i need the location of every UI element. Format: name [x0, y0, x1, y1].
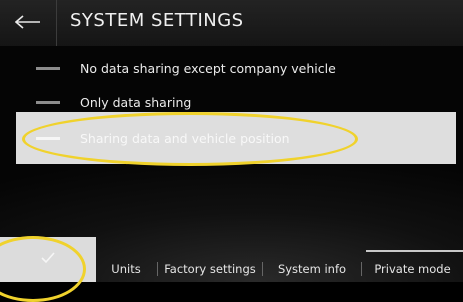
option-label: No data sharing except company vehicle	[80, 60, 336, 76]
confirm-button[interactable]	[0, 237, 96, 282]
option-sharing-data-and-position[interactable]: Sharing data and vehicle position	[16, 112, 456, 164]
option-label: Sharing data and vehicle position	[80, 130, 290, 146]
back-button[interactable]	[8, 8, 48, 38]
header-bar: SYSTEM SETTINGS	[0, 0, 463, 46]
radio-indicator	[36, 66, 60, 70]
radio-indicator	[36, 136, 60, 140]
checkmark-icon	[40, 250, 56, 269]
tab-system-info[interactable]: System info	[264, 254, 360, 282]
tab-private-mode[interactable]: Private mode	[362, 250, 463, 282]
option-label: Only data sharing	[80, 94, 192, 110]
tab-separator	[262, 262, 263, 276]
header-divider	[56, 0, 57, 46]
tab-factory-settings[interactable]: Factory settings	[158, 254, 262, 282]
left-arrow-icon	[14, 14, 41, 33]
page-title: SYSTEM SETTINGS	[70, 10, 244, 31]
radio-indicator	[36, 100, 60, 104]
settings-screen: SYSTEM SETTINGS No data sharing except c…	[0, 0, 463, 302]
tab-units[interactable]: Units	[96, 254, 156, 282]
